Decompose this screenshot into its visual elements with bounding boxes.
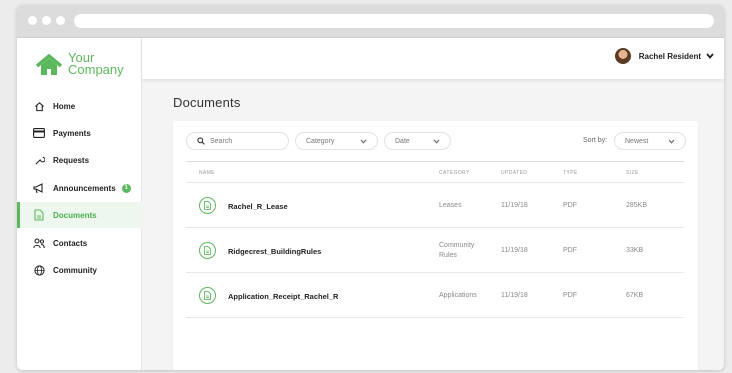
search-icon <box>197 137 205 145</box>
window-close-dot[interactable] <box>28 16 37 25</box>
notification-badge: 1 <box>121 183 131 193</box>
document-name[interactable]: Application_Receipt_Rachel_R <box>228 292 338 301</box>
chevron-down-icon <box>360 139 367 144</box>
people-icon <box>33 237 45 249</box>
sidebar-item-announcements[interactable]: Announcements 1 <box>17 175 142 201</box>
address-bar[interactable] <box>74 14 714 28</box>
document-category: Community Rules <box>439 242 475 259</box>
sidebar-item-label: Documents <box>53 210 97 220</box>
globe-icon <box>33 264 45 276</box>
search-input[interactable]: Search <box>186 132 289 150</box>
file-icon <box>199 287 216 304</box>
date-filter-label: Date <box>395 137 410 145</box>
user-menu[interactable]: Rachel Resident <box>614 48 714 64</box>
table-row[interactable]: Rachel_R_Lease Leases 11/19/18 PDF 285KB <box>186 183 684 228</box>
page-title: Documents <box>173 95 241 110</box>
file-icon <box>199 197 216 214</box>
main-content: Documents Search Category Date Sort by: … <box>142 79 724 370</box>
document-updated: 11/19/18 <box>501 292 528 299</box>
document-size: 67KB <box>626 292 644 299</box>
sidebar-item-label: Announcements <box>53 183 116 193</box>
sidebar-item-documents[interactable]: Documents <box>17 202 142 228</box>
column-header-size[interactable]: SIZE <box>626 170 639 176</box>
category-filter[interactable]: Category <box>295 132 378 150</box>
chevron-down-icon <box>433 139 440 144</box>
sidebar: Your Company Home Payments Requests Anno… <box>17 38 142 370</box>
sidebar-item-contacts[interactable]: Contacts <box>17 230 142 256</box>
column-header-name[interactable]: NAME <box>199 170 215 176</box>
document-type: PDF <box>563 292 577 299</box>
window-maximize-dot[interactable] <box>56 16 65 25</box>
avatar <box>614 48 631 64</box>
search-placeholder: Search <box>210 137 233 145</box>
table-row[interactable]: Ridgecrest_BuildingRules Community Rules… <box>186 228 684 273</box>
megaphone-icon <box>33 182 45 194</box>
company-logo[interactable]: Your Company <box>35 50 135 80</box>
sidebar-item-requests[interactable]: Requests <box>17 147 142 173</box>
sidebar-item-label: Requests <box>53 155 90 165</box>
column-header-updated[interactable]: UPDATED <box>501 170 527 176</box>
document-type: PDF <box>563 247 577 254</box>
table-row[interactable]: Application_Receipt_Rachel_R Application… <box>186 273 684 318</box>
sort-value: Newest <box>625 137 649 145</box>
document-category: Applications <box>439 292 477 299</box>
home-icon <box>33 100 45 112</box>
category-filter-label: Category <box>306 137 335 145</box>
table-header: NAME CATEGORY UPDATED TYPE SIZE <box>186 161 684 183</box>
sidebar-item-label: Contacts <box>53 238 88 248</box>
sidebar-item-label: Home <box>53 101 76 111</box>
document-updated: 11/19/18 <box>501 202 528 209</box>
sort-by-label: Sort by: <box>583 137 608 144</box>
app-window: Your Company Home Payments Requests Anno… <box>17 5 724 370</box>
file-icon <box>199 242 216 259</box>
top-header: Rachel Resident <box>142 38 724 79</box>
document-category: Leases <box>439 202 462 209</box>
document-type: PDF <box>563 202 577 209</box>
sidebar-item-home[interactable]: Home <box>17 93 142 119</box>
window-minimize-dot[interactable] <box>42 16 51 25</box>
credit-card-icon <box>33 127 45 139</box>
date-filter[interactable]: Date <box>384 132 451 150</box>
document-size: 285KB <box>626 202 648 209</box>
column-header-category[interactable]: CATEGORY <box>439 170 470 176</box>
document-name[interactable]: Rachel_R_Lease <box>228 202 288 211</box>
documents-card: Search Category Date Sort by: Newest NAM… <box>173 121 698 370</box>
chevron-down-icon <box>706 53 714 59</box>
document-updated: 11/19/18 <box>501 247 528 254</box>
document-size: 33KB <box>626 247 644 254</box>
sidebar-item-payments[interactable]: Payments <box>17 120 142 146</box>
column-header-type[interactable]: TYPE <box>563 170 578 176</box>
logo-text: Your Company <box>68 50 124 77</box>
documents-table: NAME CATEGORY UPDATED TYPE SIZE Rachel_R… <box>186 161 684 318</box>
wrench-icon <box>33 154 45 166</box>
sidebar-item-community[interactable]: Community <box>17 257 142 283</box>
sidebar-item-label: Community <box>53 265 97 275</box>
house-icon <box>35 54 63 75</box>
document-name[interactable]: Ridgecrest_BuildingRules <box>228 247 321 256</box>
user-name: Rachel Resident <box>638 51 701 61</box>
sidebar-item-label: Payments <box>53 128 91 138</box>
chevron-down-icon <box>668 139 675 144</box>
sort-select[interactable]: Newest <box>614 132 686 150</box>
browser-titlebar <box>17 5 724 38</box>
document-icon <box>33 209 45 221</box>
